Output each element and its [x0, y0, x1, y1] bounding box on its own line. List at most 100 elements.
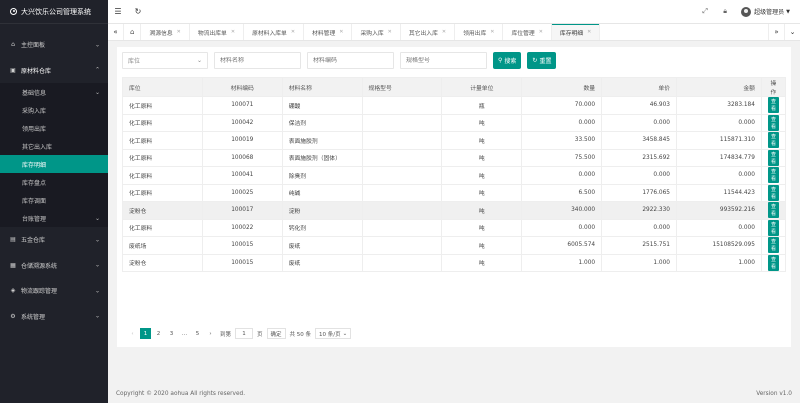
view-button[interactable]: 查看 [767, 202, 779, 219]
sidebar-menu: ⌂ 主控面板 ⌄ ▣ 原材料仓库 ⌃ [0, 24, 108, 83]
cell-qty: 33.500 [521, 131, 603, 150]
search-button[interactable]: ⚲ 搜索 [493, 52, 522, 69]
tab-label: 材料管理 [312, 30, 336, 37]
tab-inventory-detail[interactable]: 库存明细 ✕ [551, 24, 601, 40]
refresh-icon[interactable]: ↻ [128, 7, 148, 16]
col-unit[interactable]: 计量单位 [441, 77, 523, 97]
col-location[interactable]: 库位 [122, 77, 203, 97]
tab-material-mgmt[interactable]: 材料管理 ✕ [304, 24, 353, 40]
tab-logistics-out[interactable]: 物流出库单 ✕ [190, 24, 245, 40]
tab-home[interactable]: ⌂ [124, 24, 142, 40]
table-row[interactable]: 化工原料 100019 表面施胶剂 吨 33.500 3458.845 115871.310… [122, 131, 787, 150]
cell-name: 钙化剂 [281, 218, 363, 237]
page-3[interactable]: 3 [166, 328, 177, 339]
col-name[interactable]: 材料名称 [281, 77, 363, 97]
reset-button[interactable]: ↻ 重置 [527, 52, 557, 69]
sidebar-item-system[interactable]: ⚙ 系统管理 ⌄ [0, 304, 108, 330]
close-icon[interactable]: ✕ [291, 29, 295, 35]
view-button[interactable]: 查看 [767, 132, 779, 149]
view-button[interactable]: 查看 [767, 97, 779, 114]
close-icon[interactable]: ✕ [587, 29, 591, 35]
tab-trace-info[interactable]: 溯源信息 ✕ [141, 24, 190, 40]
table-row[interactable]: 淀粉仓 100015 废纸吨 1.000 1.000 1.000 查看 [122, 253, 787, 272]
sidebar-item-logistics[interactable]: ◈ 物流跟踪管理 ⌄ [0, 278, 108, 304]
sidebar: 大兴饮乐公司管理系统 ⌂ 主控面板 ⌄ ▣ 原材料仓库 ⌃ 基础信息 ⌄ 采购入库… [0, 0, 108, 403]
col-price[interactable]: 单价 [601, 77, 677, 97]
brand: 大兴饮乐公司管理系统 [0, 0, 108, 24]
sidebar-item-hardware-warehouse[interactable]: ▤ 五金仓库 ⌄ [0, 227, 108, 253]
view-button[interactable]: 查看 [767, 167, 779, 184]
page-5[interactable]: 5 [192, 328, 203, 339]
table-row[interactable]: 化工原料 100022 钙化剂吨 0.000 0.000 0.000 查看 [122, 218, 787, 237]
table-row[interactable]: 废纸场 100015 废纸 吨 6005.574 2515.751 15108529.095… [122, 236, 787, 255]
sidebar-item-raw-material-warehouse[interactable]: ▣ 原材料仓库 ⌃ [0, 58, 108, 84]
next-page-icon[interactable]: › [205, 328, 216, 339]
prev-page-icon[interactable]: ‹ [127, 328, 138, 339]
col-spec[interactable]: 规格型号 [361, 77, 443, 97]
tab-options-icon[interactable]: ⌄ [784, 24, 800, 40]
cell-code: 100015 [201, 236, 283, 255]
chevron-up-icon: ⌃ [94, 66, 100, 74]
material-name-input[interactable] [220, 57, 295, 64]
page-1[interactable]: 1 [140, 328, 151, 339]
tab-scroll-right-icon[interactable]: » [768, 24, 784, 40]
submenu-item-other-inout[interactable]: 其它出入库 [0, 137, 108, 155]
cell-location: 化工原料 [122, 166, 203, 185]
goto-page-input[interactable]: 1 [235, 328, 254, 339]
close-icon[interactable]: ✕ [177, 29, 181, 35]
submenu-item-ledger[interactable]: 台账管理 ⌄ [0, 209, 108, 227]
submenu-item-requisition-out[interactable]: 领用出库 [0, 119, 108, 137]
user-menu[interactable]: 超级管理员 ▼ [741, 6, 790, 17]
col-amount[interactable]: 金额 [676, 77, 762, 97]
page-2[interactable]: 2 [153, 328, 164, 339]
submenu-label: 基础信息 [22, 89, 47, 97]
tab-purchase-in[interactable]: 采购入库 ✕ [352, 24, 401, 40]
close-icon[interactable]: ✕ [490, 29, 494, 35]
lock-icon[interactable]: 🔒︎ [715, 7, 735, 16]
cell-action: 查看 [760, 201, 787, 220]
table-row[interactable]: 淀粉仓 100017 淀粉 吨 340.000 2922.330 993592.216 查看 [122, 201, 787, 220]
tab-requisition-out[interactable]: 领用出库 ✕ [455, 24, 504, 40]
table-row[interactable]: 化工原料 100068 表面施胶剂（固体） 吨 75.500 2315.692 174834… [122, 148, 787, 167]
view-button[interactable]: 查看 [767, 219, 779, 236]
col-code[interactable]: 材料编码 [201, 77, 283, 97]
cell-qty: 0.000 [521, 218, 603, 237]
table-row[interactable]: 化工原料 100042 保洁剂吨 0.000 0.000 0.000 查看 [122, 113, 787, 132]
submenu-item-purchase-in[interactable]: 采购入库 [0, 101, 108, 119]
tab-raw-material-in[interactable]: 原材料入库单 ✕ [244, 24, 305, 40]
page-size-select[interactable]: 10 条/页 ⌄ [315, 328, 352, 339]
col-qty[interactable]: 数量 [521, 77, 603, 97]
tab-scroll-left-icon[interactable]: « [108, 24, 124, 40]
view-button[interactable]: 查看 [767, 114, 779, 131]
close-icon[interactable]: ✕ [539, 29, 543, 35]
submenu-item-inventory-detail[interactable]: 库存明细 [0, 155, 108, 173]
cell-qty: 6.500 [521, 183, 603, 202]
submenu-item-basic-info[interactable]: 基础信息 ⌄ [0, 83, 108, 101]
total-count: 共 50 条 [289, 331, 312, 338]
table-row[interactable]: 化工原料 100071 硼酸 瓶 70.000 46.903 3283.184 查看 [122, 96, 787, 115]
close-icon[interactable]: ✕ [231, 29, 235, 35]
material-code-input[interactable] [313, 57, 388, 64]
sidebar-item-traceability[interactable]: ▦ 仓储溯源系统 ⌄ [0, 253, 108, 279]
fullscreen-icon[interactable]: ⤢ [695, 7, 715, 16]
submenu-item-inventory-adjust[interactable]: 库存调面 [0, 191, 108, 209]
goto-confirm-button[interactable]: 确定 [266, 328, 286, 339]
table-row[interactable]: 化工原料 100025 纯碱 吨 6.500 1776.065 11544.423 查看 [122, 183, 787, 202]
sidebar-item-dashboard[interactable]: ⌂ 主控面板 ⌄ [0, 32, 108, 58]
close-icon[interactable]: ✕ [442, 29, 446, 35]
submenu-item-stocktake[interactable]: 库存盘点 [0, 173, 108, 191]
view-button[interactable]: 查看 [767, 149, 779, 166]
close-icon[interactable]: ✕ [339, 29, 343, 35]
view-button[interactable]: 查看 [767, 184, 779, 201]
menu-toggle-icon[interactable]: ☰ [108, 7, 128, 16]
close-icon[interactable]: ✕ [388, 29, 392, 35]
cell-qty: 1.000 [521, 253, 603, 272]
table-row[interactable]: 化工原料 100041 除臭剂吨 0.000 0.000 0.000 查看 [122, 166, 787, 185]
tab-location-mgmt[interactable]: 库位管理 ✕ [503, 24, 552, 40]
view-button[interactable]: 查看 [767, 237, 779, 254]
spec-input[interactable] [406, 57, 481, 64]
location-select[interactable]: 库位 ⌄ [122, 52, 208, 69]
view-button[interactable]: 查看 [767, 254, 779, 271]
tab-other-inout[interactable]: 其它出入库 ✕ [401, 24, 456, 40]
cell-price: 0.000 [601, 218, 677, 237]
